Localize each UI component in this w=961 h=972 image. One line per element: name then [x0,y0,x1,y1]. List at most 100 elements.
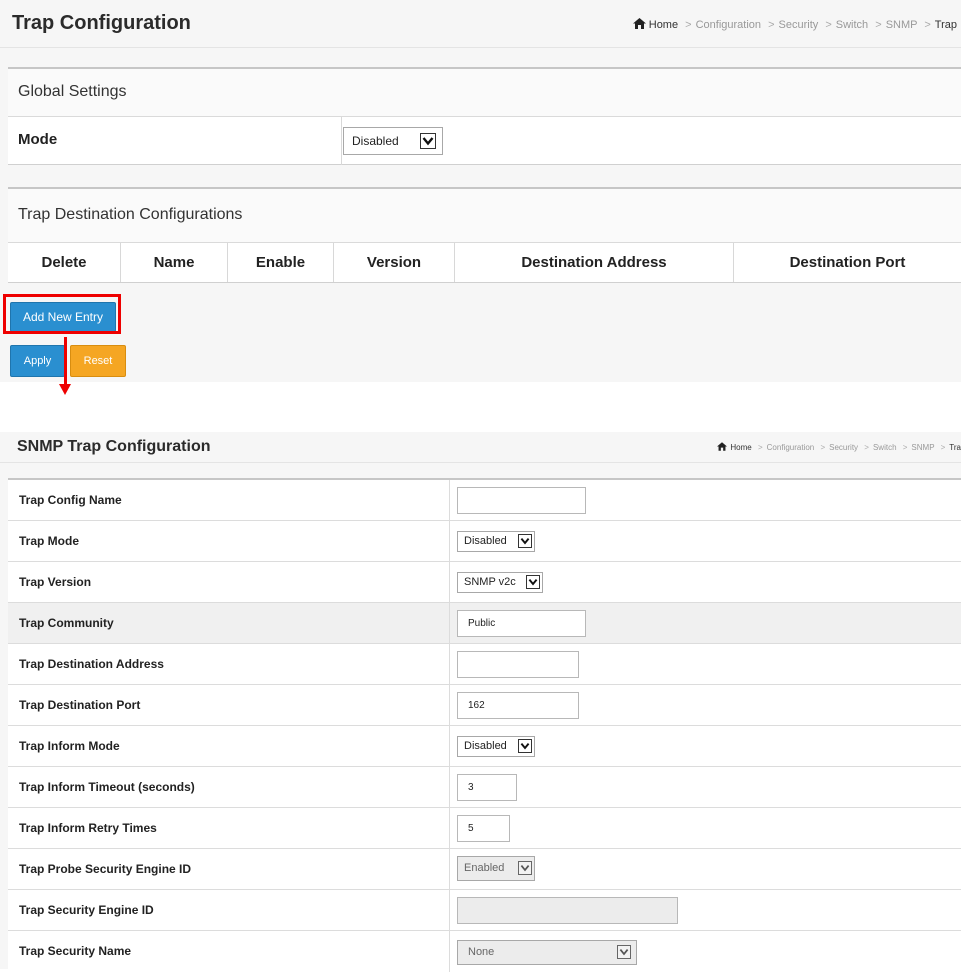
title-divider [0,462,961,463]
trap-inform-mode-select[interactable]: Disabled [457,736,535,757]
chevron-down-icon [518,739,532,753]
chevron-down-icon [617,945,631,959]
config-row-trap-inform-timeout: Trap Inform Timeout (seconds) 3 [8,767,961,808]
trap-destination-address-label: Trap Destination Address [19,657,164,671]
breadcrumb-separator: > [902,443,908,452]
breadcrumb-switch[interactable]: Switch [836,19,868,31]
trap-destination-address-input[interactable] [457,651,579,678]
breadcrumb-home-link[interactable]: Home [730,443,751,452]
global-settings-heading: Global Settings [8,67,961,117]
trap-mode-label: Trap Mode [19,534,80,548]
trap-config-name-input[interactable] [457,487,586,514]
page-title: SNMP Trap Configuration [17,438,211,455]
column-divider [449,931,450,972]
column-divider [449,562,450,602]
column-header-destination-address: Destination Address [455,243,734,282]
trap-community-input[interactable]: Public [457,610,586,637]
column-divider [449,521,450,561]
column-header-enable: Enable [228,243,334,282]
column-divider [341,117,342,165]
breadcrumb-separator: > [757,443,763,452]
column-header-delete: Delete [8,243,121,282]
config-row-trap-community: Trap Community Public [8,603,961,644]
mode-select-value: Disabled [352,134,399,148]
trap-mode-select[interactable]: Disabled [457,531,535,552]
trap-inform-mode-select-value: Disabled [464,740,507,752]
trap-security-engine-id-input[interactable] [457,897,678,924]
breadcrumb-separator: > [924,19,931,31]
trap-probe-security-engine-id-label: Trap Probe Security Engine ID [19,862,192,876]
trap-inform-timeout-input[interactable]: 3 [457,774,517,801]
trap-version-label: Trap Version [19,575,92,589]
breadcrumb-home-link[interactable]: Home [649,19,678,31]
trap-inform-retry-label: Trap Inform Retry Times [19,821,157,835]
trap-security-engine-id-label: Trap Security Engine ID [19,903,154,917]
breadcrumb-separator: > [875,19,882,31]
breadcrumb-current: Trap [934,19,957,31]
chevron-down-icon [518,861,532,875]
breadcrumb-separator: > [864,443,869,452]
trap-destination-port-input[interactable]: 162 [457,692,579,719]
trap-version-select-value: SNMP v2c [464,576,516,588]
trap-destinations-heading: Trap Destination Configurations [8,187,961,243]
column-divider [449,767,450,807]
breadcrumb-switch[interactable]: Switch [873,443,897,452]
mode-select[interactable]: Disabled [343,127,443,155]
breadcrumb-security[interactable]: Security [779,19,819,31]
breadcrumb-separator: > [940,443,946,452]
trap-config-name-label: Trap Config Name [19,493,122,507]
config-row-trap-destination-port: Trap Destination Port 162 [8,685,961,726]
arrow-line [64,337,67,385]
trap-destination-port-label: Trap Destination Port [19,698,141,712]
trap-security-name-select[interactable]: None [457,940,637,965]
snmp-trap-config-form: Trap Config Name Trap Mode Disabled Trap… [8,478,961,972]
chevron-down-icon [518,534,532,548]
trap-probe-security-engine-id-select[interactable]: Enabled [457,856,535,881]
column-header-version: Version [334,243,455,282]
trap-inform-timeout-label: Trap Inform Timeout (seconds) [19,780,195,794]
column-divider [449,603,450,643]
column-divider [449,644,450,684]
trap-community-label: Trap Community [19,616,114,630]
trap-security-name-label: Trap Security Name [19,944,132,958]
breadcrumb-configuration[interactable]: Configuration [767,443,815,452]
chevron-down-icon [420,133,436,149]
highlight-box [3,294,121,334]
trap-security-name-select-value: None [468,946,495,958]
breadcrumb-separator: > [820,443,826,452]
breadcrumb-separator: > [825,19,832,31]
config-row-trap-mode: Trap Mode Disabled [8,521,961,562]
column-divider [449,890,450,930]
trap-inform-retry-input[interactable]: 5 [457,815,510,842]
chevron-down-icon [526,575,540,589]
home-icon [632,18,649,31]
breadcrumb-configuration[interactable]: Configuration [696,19,761,31]
mode-row: Mode Disabled [8,117,961,165]
config-row-trap-probe-security-engine-id: Trap Probe Security Engine ID Enabled [8,849,961,890]
home-icon [717,442,730,452]
page-title: Trap Configuration [12,12,191,34]
trap-mode-select-value: Disabled [464,535,507,547]
column-header-name: Name [121,243,228,282]
arrow-down-icon [59,384,71,395]
apply-button[interactable]: Apply [10,345,65,377]
column-header-destination-port: Destination Port [789,254,906,271]
column-divider [449,726,450,766]
config-row-trap-destination-address: Trap Destination Address [8,644,961,685]
config-row-trap-config-name: Trap Config Name [8,480,961,521]
trap-inform-mode-label: Trap Inform Mode [19,739,120,753]
breadcrumb-security[interactable]: Security [829,443,858,452]
breadcrumb: Home > Configuration > Security > Switch > S… [717,442,961,452]
breadcrumb-current: Tra [949,443,961,452]
breadcrumb-separator: > [685,19,692,31]
config-row-trap-version: Trap Version SNMP v2c [8,562,961,603]
breadcrumb-separator: > [768,19,775,31]
breadcrumb-snmp[interactable]: SNMP [886,19,918,31]
trap-configuration-panel: Trap Configuration Home > Configuration >… [0,0,961,382]
reset-button[interactable]: Reset [70,345,126,377]
breadcrumb-snmp[interactable]: SNMP [911,443,934,452]
mode-label: Mode [18,131,58,148]
column-divider [449,849,450,889]
trap-version-select[interactable]: SNMP v2c [457,572,543,593]
config-row-trap-inform-mode: Trap Inform Mode Disabled [8,726,961,767]
